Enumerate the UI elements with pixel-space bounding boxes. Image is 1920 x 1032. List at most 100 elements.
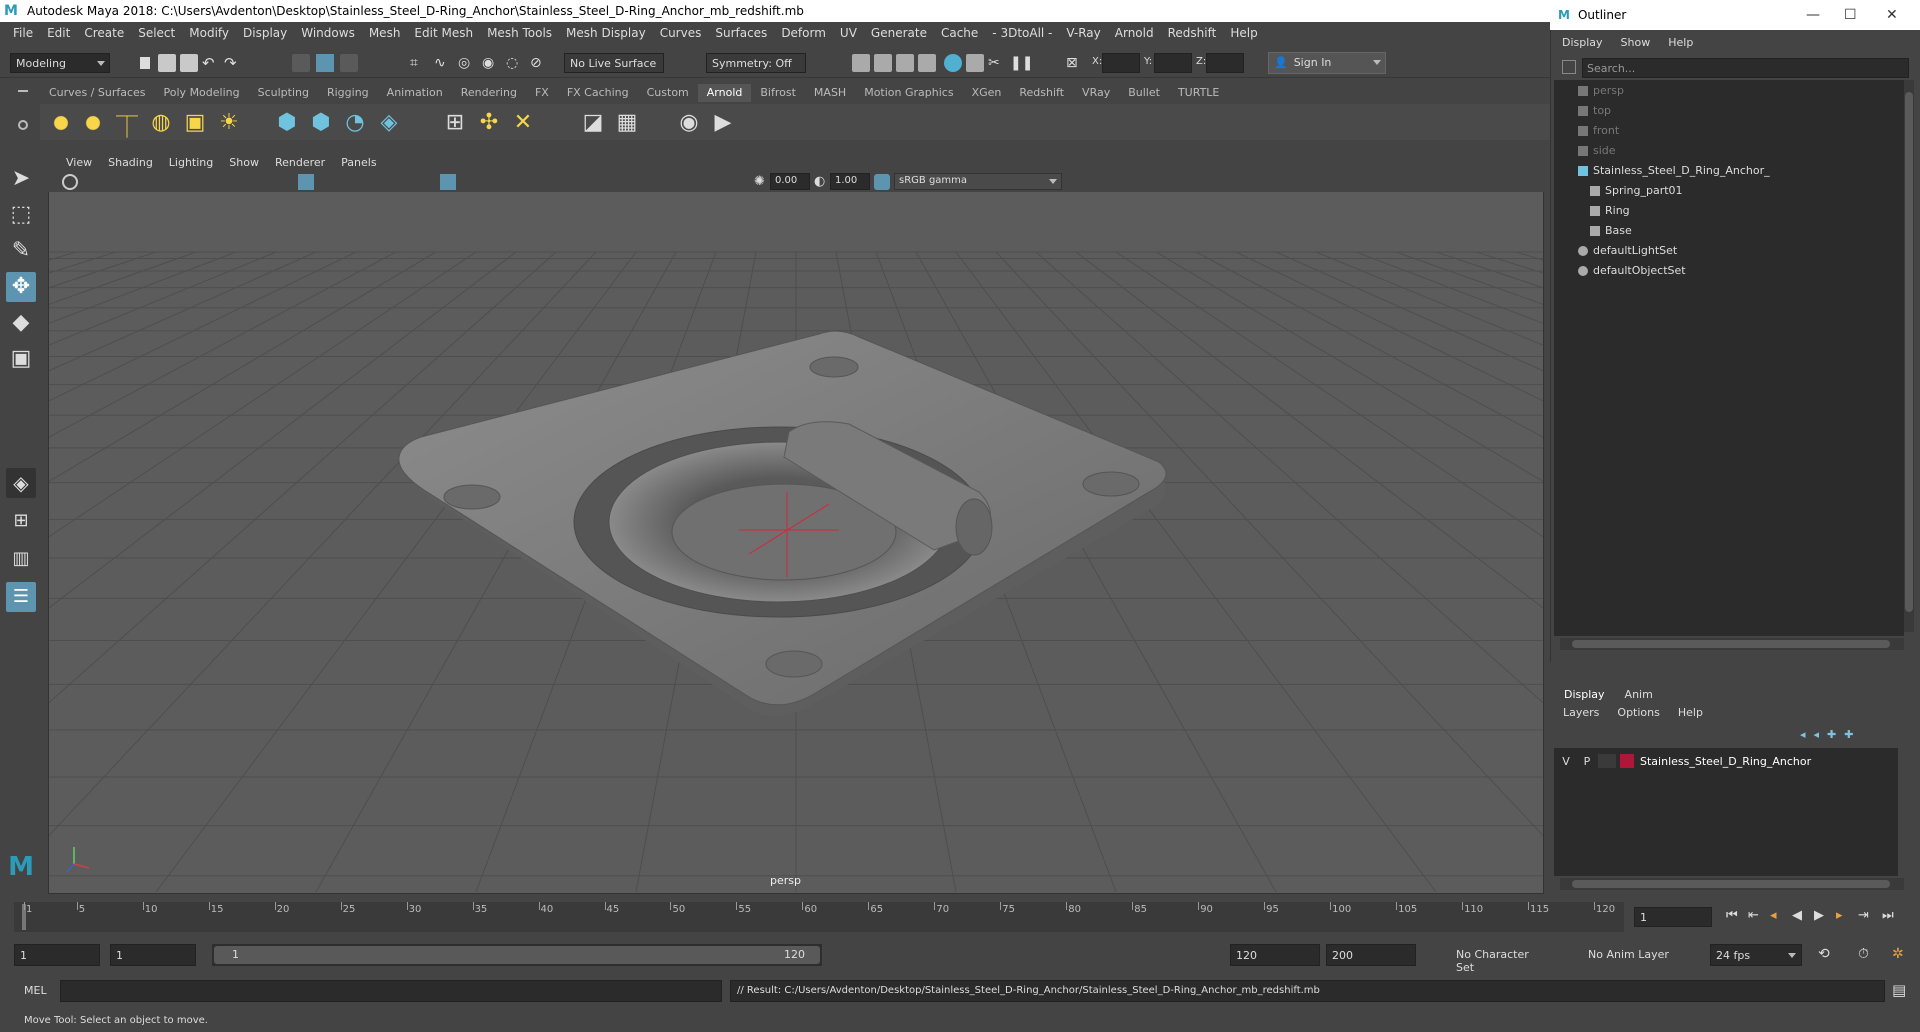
script-editor-icon[interactable]: ▤ [1892,981,1906,999]
shelf-tab-bifrost[interactable]: Bifrost [751,84,805,102]
persp-outliner-layout-icon[interactable]: ▥ [6,544,36,574]
paint-select-tool-icon[interactable]: ✎ [6,236,36,266]
d-ring-anchor-model[interactable] [398,330,1167,716]
viewport-canvas[interactable] [49,192,1543,892]
maximize-icon[interactable]: ☐ [1844,7,1857,23]
redo-icon[interactable]: ↷ [224,54,242,72]
outliner-item[interactable]: persp [1578,82,1624,100]
outliner-vertical-scrollbar[interactable] [1904,80,1914,632]
viewport-menu-show[interactable]: Show [221,156,267,169]
animation-preferences-icon[interactable]: ✲ [1892,946,1904,962]
shelf-tab-bullet[interactable]: Bullet [1119,84,1169,102]
gamma-icon[interactable]: ◐ [814,174,825,189]
outliner-item[interactable]: Base [1590,222,1632,240]
color-management-icon[interactable] [874,174,890,190]
outliner-layout-icon[interactable]: ☰ [6,582,36,612]
select-by-hierarchy-icon[interactable] [292,54,310,72]
outliner-item[interactable]: defaultObjectSet [1578,262,1686,280]
select-tool-icon[interactable]: ➤ [6,164,36,194]
single-perspective-layout-icon[interactable]: ◈ [6,468,36,498]
menu-edit[interactable]: Edit [40,26,77,40]
shelf-tab-turtle[interactable]: TURTLE [1169,84,1228,102]
menu-select[interactable]: Select [131,26,182,40]
auto-key-icon[interactable]: ⏱ [1858,946,1869,962]
menu-v-ray[interactable]: V-Ray [1059,26,1107,40]
outliner-menu-display[interactable]: Display [1562,36,1603,49]
save-scene-icon[interactable] [180,54,198,72]
shelf-tab-fx-caching[interactable]: FX Caching [558,84,638,102]
viewport-menu-panels[interactable]: Panels [333,156,384,169]
arnold-standin-icon[interactable]: ⬢ [274,110,300,136]
current-frame-field[interactable]: 1 [1634,907,1712,927]
arnold-flush-all-icon[interactable]: ✕ [510,110,536,136]
step-forward-key-icon[interactable]: ⇥ [1858,908,1869,923]
arnold-curve-collector-icon[interactable]: ◔ [342,110,368,136]
play-backwards-icon[interactable]: ◀ [1792,908,1802,923]
outliner-menu-show[interactable]: Show [1621,36,1651,49]
step-back-frame-icon[interactable]: ◂ [1770,908,1777,923]
outliner-search-input[interactable]: Search... [1582,58,1909,78]
arnold-physical-sky-icon[interactable]: ☀ [216,110,242,136]
start-time-field[interactable]: 1 [14,944,100,966]
menu-generate[interactable]: Generate [864,26,934,40]
menu-display[interactable]: Display [236,26,294,40]
scale-tool-icon[interactable]: ▣ [6,344,36,374]
render-view-icon[interactable] [944,54,962,72]
menu-mesh-tools[interactable]: Mesh Tools [480,26,559,40]
arnold-photometric-light-icon[interactable]: ⏉ [114,110,140,141]
shelf-tab-sculpting[interactable]: Sculpting [249,84,318,102]
arnold-licensing-icon[interactable]: ◪ [580,110,606,136]
shelf-tab-fx[interactable]: FX [526,84,558,102]
ipr-render-icon[interactable] [874,54,892,72]
step-back-key-icon[interactable]: ⇤ [1748,908,1759,923]
shelf-tab-redshift[interactable]: Redshift [1010,84,1073,102]
outliner-item[interactable]: top [1578,102,1611,120]
rotate-tool-icon[interactable]: ◆ [6,308,36,338]
menu-surfaces[interactable]: Surfaces [708,26,774,40]
live-surface-field[interactable]: No Live Surface [564,53,664,73]
shelf-tab-xgen[interactable]: XGen [963,84,1011,102]
shelf-tab-mash[interactable]: MASH [805,84,855,102]
camera-attributes-icon[interactable] [62,174,78,190]
pause-render-icon[interactable]: ❚❚ [1010,54,1033,72]
layer-action-icons[interactable]: ◂◂✚✚ [1800,728,1861,741]
gamma-field[interactable]: 1.00 [830,173,870,190]
mel-command-input[interactable] [60,980,722,1002]
arnold-light-portal-icon[interactable]: ▣ [182,110,208,136]
shelf-tab-curves-surfaces[interactable]: Curves / Surfaces [40,84,155,102]
menu-windows[interactable]: Windows [294,26,362,40]
arnold-flush-texture-icon[interactable]: ⊞ [442,110,468,136]
range-slider-handle[interactable] [214,946,820,964]
menu-mesh[interactable]: Mesh [362,26,408,40]
outliner-item[interactable]: side [1578,142,1616,160]
open-scene-icon[interactable] [158,54,176,72]
menu-help[interactable]: Help [1223,26,1264,40]
minimize-icon[interactable]: — [1806,7,1820,23]
x-field[interactable] [1102,53,1140,73]
play-forwards-icon[interactable]: ▶ [1814,908,1824,923]
move-tool-icon[interactable]: ✥ [6,272,36,302]
layer-playback-toggle[interactable]: P [1576,755,1598,768]
menu-uv[interactable]: UV [833,26,864,40]
shelf-tab-rigging[interactable]: Rigging [318,84,378,102]
loop-icon[interactable]: ⟲ [1818,946,1830,962]
smooth-shade-icon[interactable] [440,174,456,190]
select-by-component-icon[interactable] [340,54,358,72]
menu-curves[interactable]: Curves [653,26,709,40]
range-slider[interactable]: 1 120 [212,944,822,966]
viewport-menu-lighting[interactable]: Lighting [161,156,221,169]
menu-edit-mesh[interactable]: Edit Mesh [407,26,480,40]
outliner-item[interactable]: Ring [1590,202,1630,220]
menu-redshift[interactable]: Redshift [1161,26,1224,40]
arnold-skydome-light-icon[interactable]: ◍ [148,110,174,136]
arnold-about-icon[interactable]: ▦ [614,110,640,136]
grid-toggle-icon[interactable] [298,174,314,190]
shelf-tab-poly-modeling[interactable]: Poly Modeling [155,84,249,102]
lasso-tool-icon[interactable]: ⬚ [6,200,36,230]
undo-icon[interactable]: ↶ [202,54,220,72]
sign-in-button[interactable]: 👤 Sign In [1268,52,1386,74]
menu-create[interactable]: Create [77,26,131,40]
fps-dropdown[interactable]: 24 fps [1710,944,1802,966]
snap-surface-icon[interactable]: ◌ [506,54,524,72]
shelf-tab-rendering[interactable]: Rendering [452,84,526,102]
